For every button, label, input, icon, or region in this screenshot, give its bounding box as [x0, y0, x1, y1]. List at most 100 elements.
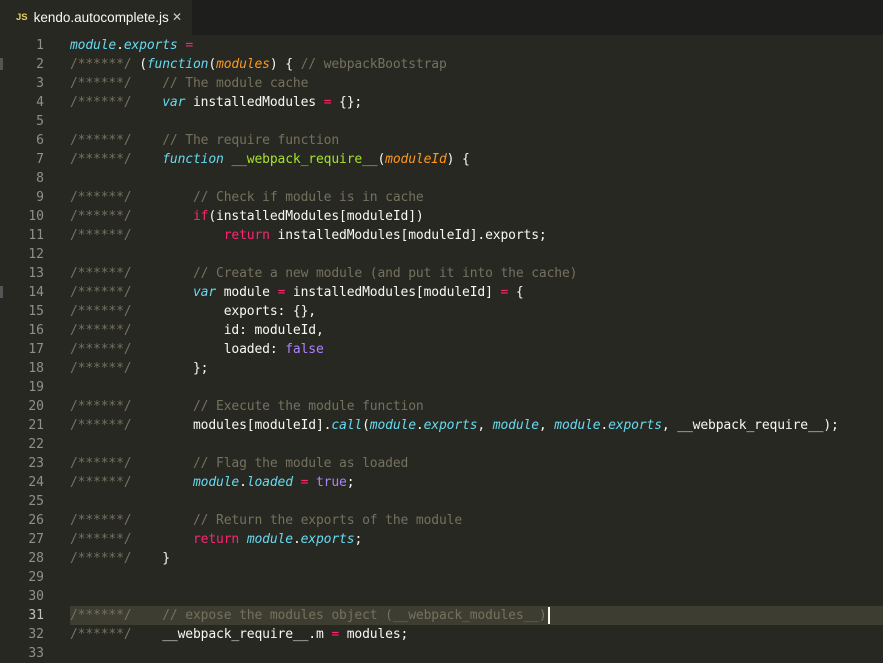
code-area: /******/ // Create a new module (and put…: [70, 264, 883, 283]
code-line[interactable]: 30: [0, 587, 883, 606]
code-token: /******/: [70, 361, 140, 376]
code-area: /******/ module.loaded = true;: [70, 473, 883, 492]
code-line[interactable]: 23 /******/ // Flag the module as loaded: [0, 454, 883, 473]
code-token: ) {: [269, 57, 301, 72]
code-token: true: [316, 475, 347, 490]
code-token: /******/: [70, 342, 140, 357]
code-area: /******/ loaded: false: [70, 340, 883, 359]
code-line[interactable]: 7 /******/ function __webpack_require__(m…: [0, 150, 883, 169]
line-number: 29: [28, 570, 44, 585]
code-token: var: [162, 95, 186, 110]
code-line[interactable]: 14 /******/ var module = installedModules…: [0, 283, 883, 302]
line-number: 28: [28, 551, 44, 566]
code-token: /******/: [70, 456, 140, 471]
code-line[interactable]: 3 /******/ // The module cache: [0, 74, 883, 93]
code-line[interactable]: 13 /******/ // Create a new module (and p…: [0, 264, 883, 283]
code-line[interactable]: 4 /******/ var installedModules = {};: [0, 93, 883, 112]
code-token: modules;: [339, 627, 409, 642]
code-line[interactable]: 15 /******/ exports: {},: [0, 302, 883, 321]
code-token: module: [246, 532, 293, 547]
code-token: installedModules[moduleId]: [285, 285, 501, 300]
code-token: {: [508, 285, 524, 300]
code-token: .: [116, 38, 124, 53]
code-token: , __webpack_require__);: [661, 418, 839, 433]
code-line[interactable]: 25: [0, 492, 883, 511]
code-token: .: [292, 532, 301, 547]
line-number: 13: [28, 266, 44, 281]
code-text: /******/ // Return the exports of the mo…: [70, 511, 462, 530]
code-token: (: [362, 418, 370, 433]
line-number: 23: [28, 456, 44, 471]
code-token: modules[moduleId].: [139, 418, 332, 433]
line-number: 19: [28, 380, 44, 395]
line-number: 7: [36, 152, 44, 167]
code-area: [70, 245, 883, 264]
tab-kendo-autocomplete[interactable]: JS kendo.autocomplete.js ✕: [0, 0, 192, 35]
code-area: /******/ var installedModules = {};: [70, 93, 883, 112]
code-line[interactable]: 2/******/ (function(modules) { // webpac…: [0, 55, 883, 74]
code-line[interactable]: 22: [0, 435, 883, 454]
code-area: /******/ };: [70, 359, 883, 378]
code-token: __webpack_require__: [231, 152, 378, 167]
code-token: __webpack_require__.m: [139, 627, 332, 642]
code-line[interactable]: 12: [0, 245, 883, 264]
line-number: 22: [28, 437, 44, 452]
code-line[interactable]: 26 /******/ // Return the exports of the …: [0, 511, 883, 530]
tab-label: kendo.autocomplete.js: [33, 10, 169, 25]
line-number: 30: [28, 589, 44, 604]
code-token: installedModules: [185, 95, 324, 110]
code-token: /******/: [70, 627, 140, 642]
code-token: loaded: [246, 475, 293, 490]
code-line[interactable]: 6 /******/ // The require function: [0, 131, 883, 150]
code-line[interactable]: 1 module.exports =: [0, 36, 883, 55]
code-line[interactable]: 5: [0, 112, 883, 131]
code-text: /******/ var module = installedModules[m…: [70, 283, 524, 302]
code-area: /******/ // Return the exports of the mo…: [70, 511, 883, 530]
code-line[interactable]: 24 /******/ module.loaded = true;: [0, 473, 883, 492]
code-token: /******/: [70, 228, 140, 243]
code-line[interactable]: 29: [0, 568, 883, 587]
code-token: exports: [423, 418, 478, 433]
code-text: /******/ // Check if module is in cache: [70, 188, 424, 207]
code-token: false: [285, 342, 324, 357]
code-line[interactable]: 16 /******/ id: moduleId,: [0, 321, 883, 340]
code-token: /******/: [70, 266, 140, 281]
line-number: 26: [28, 513, 44, 528]
code-text: /******/ return module.exports;: [70, 530, 362, 549]
code-line[interactable]: 9 /******/ // Check if module is in cache: [0, 188, 883, 207]
code-line[interactable]: 19: [0, 378, 883, 397]
text-cursor: [547, 607, 550, 624]
code-line[interactable]: 11 /******/ return installedModules[modul…: [0, 226, 883, 245]
code-line[interactable]: 17 /******/ loaded: false: [0, 340, 883, 359]
code-text: /******/ return installedModules[moduleI…: [70, 226, 547, 245]
code-line[interactable]: 10 /******/ if(installedModules[moduleId]…: [0, 207, 883, 226]
code-token: exports: [608, 418, 662, 433]
code-line[interactable]: 27 /******/ return module.exports;: [0, 530, 883, 549]
line-number: 4: [36, 95, 44, 110]
code-line[interactable]: 21/******/ modules[moduleId].call(module…: [0, 416, 883, 435]
code-line[interactable]: 8: [0, 169, 883, 188]
code-line[interactable]: 20 /******/ // Execute the module functio…: [0, 397, 883, 416]
code-line[interactable]: 28 /******/ }: [0, 549, 883, 568]
code-line[interactable]: 31 /******/ // expose the modules object …: [0, 606, 883, 625]
code-editor[interactable]: 1 module.exports = 2/******/ (function(mod…: [0, 35, 883, 661]
code-token: installedModules[moduleId].exports;: [269, 228, 547, 243]
code-area: /******/ var module = installedModules[m…: [70, 283, 883, 302]
code-line[interactable]: 33: [0, 644, 883, 663]
code-token: return: [223, 228, 270, 243]
code-area: [70, 587, 883, 606]
code-token: loaded:: [139, 342, 286, 357]
code-area: /******/ id: moduleId,: [70, 321, 883, 340]
close-icon[interactable]: ✕: [172, 10, 182, 24]
code-line[interactable]: 18 /******/ };: [0, 359, 883, 378]
code-text: /******/ var installedModules = {};: [70, 93, 362, 112]
code-line[interactable]: 32 /******/ __webpack_require__.m = modul…: [0, 625, 883, 644]
